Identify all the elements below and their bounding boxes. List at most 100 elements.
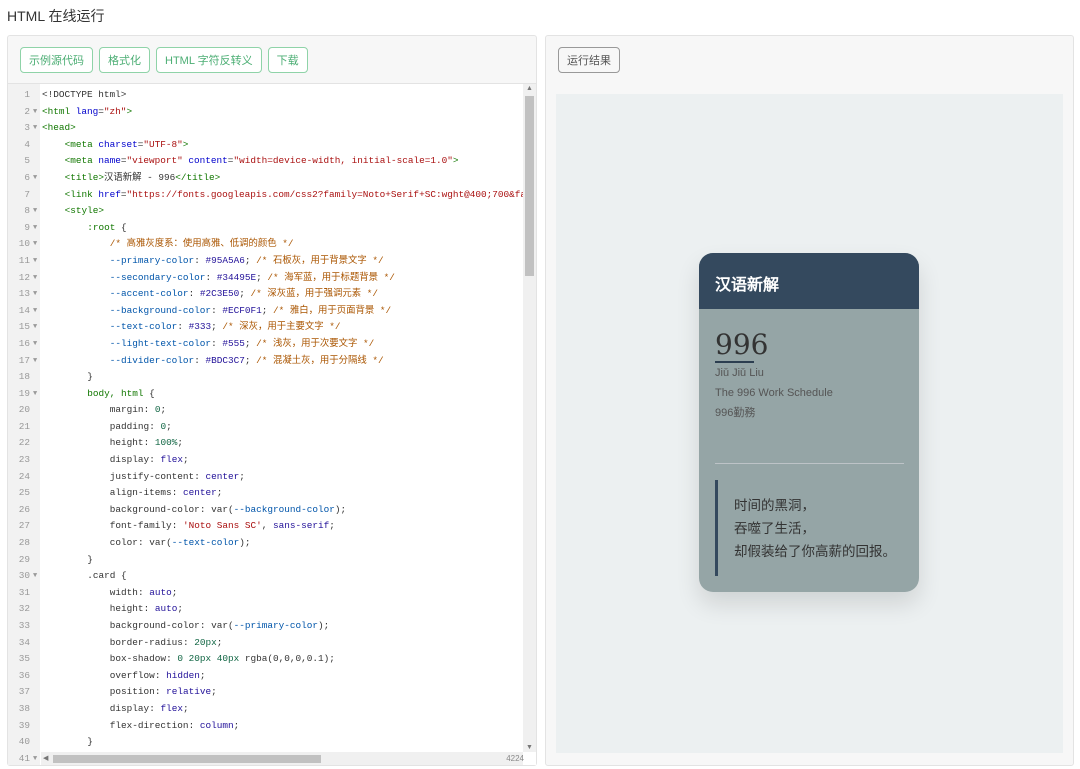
code-text: .card { (87, 568, 126, 585)
fold-toggle-icon[interactable]: ▼ (33, 336, 37, 353)
fold-toggle-icon[interactable]: ▼ (33, 303, 37, 320)
fold-toggle-icon[interactable]: ▼ (33, 751, 37, 765)
fold-toggle-icon[interactable]: ▼ (33, 203, 37, 220)
code-line[interactable]: 12 ▼ --secondary-color: #34495E; /* 海军蓝，用于… (8, 270, 528, 287)
code-line[interactable]: 20 margin: 0; (8, 402, 528, 419)
code-line[interactable]: 32 height: auto; (8, 601, 528, 618)
code-line[interactable]: 21 padding: 0; (8, 419, 528, 436)
code-token: #555 (222, 337, 245, 349)
vertical-scroll-thumb[interactable] (525, 96, 534, 276)
card-japanese: 996勤務 (715, 407, 756, 419)
code-line[interactable]: 1 <!DOCTYPE html> (8, 87, 528, 104)
sample-code-button[interactable]: 示例源代码 (20, 46, 93, 73)
code-line[interactable]: 5 <meta name="viewport" content="width=de… (8, 153, 528, 170)
code-line[interactable]: 16 ▼ --light-text-color: #555; /* 浅灰，用于次要文… (8, 336, 528, 353)
fold-toggle-icon[interactable]: ▼ (33, 220, 37, 237)
code-text: justify-content: center; (110, 469, 245, 486)
code-line[interactable]: 35 box-shadow: 0 20px 40px rgba(0,0,0,0.1… (8, 651, 528, 668)
line-number: 2 (24, 105, 30, 117)
line-number: 40 (18, 736, 30, 748)
code-line[interactable]: 15 ▼ --text-color: #333; /* 深灰，用于主要文字 */ (8, 319, 528, 336)
fold-toggle-icon[interactable]: ▼ (33, 286, 37, 303)
code-token: height (109, 437, 144, 449)
fold-toggle-icon[interactable]: ▼ (33, 104, 37, 121)
code-line[interactable]: 38 display: flex; (8, 701, 528, 718)
code-text: <link href="https://fonts.googleapis.com… (65, 187, 532, 204)
code-token: ; (171, 586, 178, 598)
code-line[interactable]: 33 background-color: var(--primary-color)… (8, 618, 528, 635)
code-line[interactable]: 25 align-items: center; (8, 485, 528, 502)
code-line[interactable]: 11 ▼ --primary-color: #95A5A6; /* 石板灰，用于背景… (8, 253, 528, 270)
code-line[interactable]: 29} (8, 552, 528, 569)
code-line[interactable]: 39 flex-direction: column; (8, 718, 528, 735)
code-line[interactable]: 23 display: flex; (8, 452, 528, 469)
code-token: ; (160, 404, 167, 416)
code-line[interactable]: 13 ▼ --accent-color: #2C3E50; /* 深灰蓝，用于强调元… (8, 286, 528, 303)
code-line[interactable]: 24 justify-content: center; (8, 469, 528, 486)
horizontal-scrollbar[interactable]: ◀ (41, 752, 523, 765)
code-text: margin: 0; (110, 402, 166, 419)
code-lines[interactable]: 1 <!DOCTYPE html> 2 ▼ <html lang="zh"> 3 ▼ <hea… (8, 87, 532, 765)
code-token: } (87, 371, 93, 383)
code-line[interactable]: 7 <link href="https://fonts.googleapis.co… (8, 187, 531, 204)
code-line[interactable]: 28 color: var(--text-color); (8, 535, 528, 552)
code-line[interactable]: 22 height: 100%; (8, 435, 528, 452)
fold-toggle-icon[interactable]: ▼ (33, 568, 37, 585)
fold-toggle-icon[interactable]: ▼ (33, 319, 37, 336)
line-number: 18 (18, 371, 30, 383)
fold-toggle-icon[interactable]: ▼ (33, 253, 37, 270)
code-token: ); (317, 620, 330, 631)
run-result-button[interactable]: 运行结果 (558, 47, 620, 73)
code-text: box-shadow: 0 20px 40px rgba(0,0,0,0.1); (110, 651, 335, 668)
line-number: 7 (24, 188, 30, 200)
code-line[interactable]: 27 font-family: 'Noto Sans SC', sans-seri… (8, 518, 528, 535)
result-toolbar: 运行结果 (546, 36, 1073, 84)
code-line[interactable]: 36 overflow: hidden; (8, 668, 528, 685)
code-token: > (452, 155, 459, 167)
fold-toggle-icon[interactable]: ▼ (33, 386, 37, 403)
code-line[interactable]: 3 ▼ <head> (8, 120, 528, 137)
code-line[interactable]: 31 width: auto; (8, 585, 528, 602)
fold-toggle-icon[interactable]: ▼ (33, 120, 37, 137)
code-line[interactable]: 26 background-color: var(--background-col… (8, 502, 528, 519)
code-line[interactable]: 4 <meta charset="UTF-8"> (8, 137, 528, 154)
line-number: 22 (18, 437, 30, 449)
code-token: ; (182, 702, 189, 714)
cursor-position: 4224 (506, 754, 524, 763)
code-line[interactable]: 8 ▼ <style> (8, 203, 528, 220)
html-unescape-button[interactable]: HTML 字符反转义 (156, 46, 262, 73)
download-button[interactable]: 下载 (267, 46, 308, 73)
code-token: content (188, 155, 228, 167)
code-line[interactable]: 2 ▼ <html lang="zh"> (8, 104, 528, 121)
code-text: --divider-color: #BDC3C7; /* 混凝土灰，用于分隔线 … (110, 353, 384, 370)
code-line[interactable]: 40} (8, 734, 528, 751)
code-token: box-shadow (109, 653, 167, 665)
code-line[interactable]: 18} (8, 369, 528, 386)
code-line[interactable]: 10 ▼ /* 高雅灰度系：使用高雅、低调的颜色 */ (8, 236, 528, 253)
horizontal-scroll-thumb[interactable] (53, 755, 321, 763)
code-line[interactable]: 17 ▼ --divider-color: #BDC3C7; /* 混凝土灰，用于分… (8, 353, 528, 370)
fold-toggle-icon[interactable]: ▼ (33, 270, 37, 287)
code-editor[interactable]: 1 <!DOCTYPE html> 2 ▼ <html lang="zh"> 3 ▼ <hea… (8, 84, 536, 765)
code-line[interactable]: 6 ▼ <title>汉语新解 - 996</title> (8, 170, 528, 187)
code-token: : (182, 636, 195, 648)
vertical-scrollbar[interactable]: ▲ ▼ (523, 84, 536, 752)
scroll-down-icon[interactable]: ▼ (526, 744, 533, 751)
line-number: 15 (18, 321, 30, 333)
scroll-left-icon[interactable]: ◀ (43, 754, 48, 762)
scroll-up-icon[interactable]: ▲ (526, 85, 533, 92)
code-text: background-color: var(--primary-color); (110, 618, 329, 635)
code-line[interactable]: 9 ▼:root { (8, 220, 528, 237)
code-line[interactable]: 34 border-radius: 20px; (8, 635, 528, 652)
code-line[interactable]: 37 position: relative; (8, 684, 528, 701)
format-button[interactable]: 格式化 (99, 46, 150, 73)
code-token: 汉语新解 - 996 (103, 171, 176, 183)
fold-toggle-icon[interactable]: ▼ (33, 353, 37, 370)
fold-toggle-icon[interactable]: ▼ (33, 236, 37, 253)
fold-toggle-icon[interactable]: ▼ (33, 170, 37, 187)
code-line[interactable]: 14 ▼ --background-color: #ECF0F1; /* 雅白，用于… (8, 303, 528, 320)
code-line[interactable]: 30 ▼ .card { (8, 568, 528, 585)
code-line[interactable]: 19 ▼ body, html { (8, 386, 528, 403)
line-number: 33 (18, 620, 30, 631)
code-token: --divider-color (109, 354, 195, 366)
